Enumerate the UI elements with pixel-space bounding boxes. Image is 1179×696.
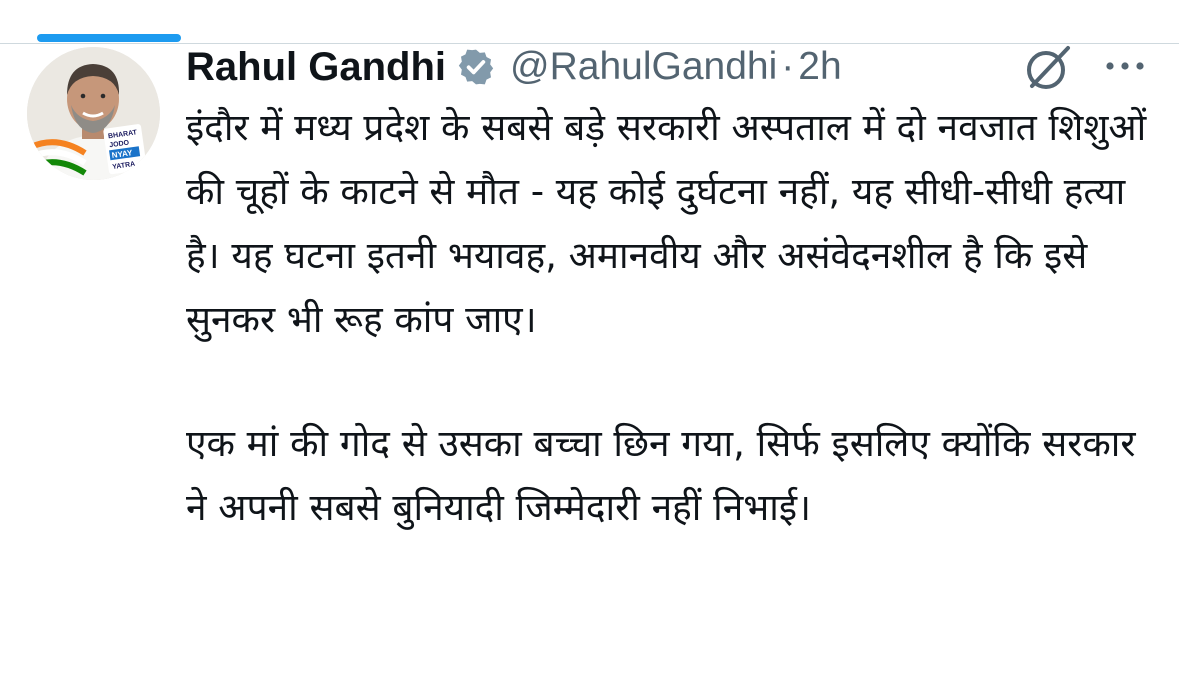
verified-badge-icon[interactable]: [456, 47, 496, 87]
separator-dot: ·: [781, 45, 795, 88]
grok-icon[interactable]: [1022, 42, 1074, 94]
tweet-text: इंदौर में मध्य प्रदेश के सबसे बड़े सरकार…: [186, 96, 1161, 540]
active-tab-indicator: [37, 34, 181, 42]
cropped-heading-fragment: ▬ ▬▬▬▬▬ ▬▬▬▬: [190, 0, 593, 12]
author-handle[interactable]: @RahulGandhi: [510, 45, 777, 89]
tweet-paragraph: एक मां की गोद से उसका बच्चा छिन गया, सिर…: [186, 422, 1136, 529]
author-name[interactable]: Rahul Gandhi: [186, 45, 446, 90]
avatar[interactable]: BHARAT JODO NYAY YATRA: [27, 47, 160, 180]
tweet-header: Rahul Gandhi @RahulGandhi · 2h: [186, 44, 842, 90]
top-tab-bar: ▬ ▬▬▬▬▬ ▬▬▬▬: [0, 0, 1179, 44]
tweet-paragraph: इंदौर में मध्य प्रदेश के सबसे बड़े सरकार…: [186, 106, 1147, 341]
more-options-icon[interactable]: [1102, 52, 1148, 80]
avatar-image: BHARAT JODO NYAY YATRA: [27, 47, 160, 180]
timestamp[interactable]: 2h: [798, 45, 841, 89]
